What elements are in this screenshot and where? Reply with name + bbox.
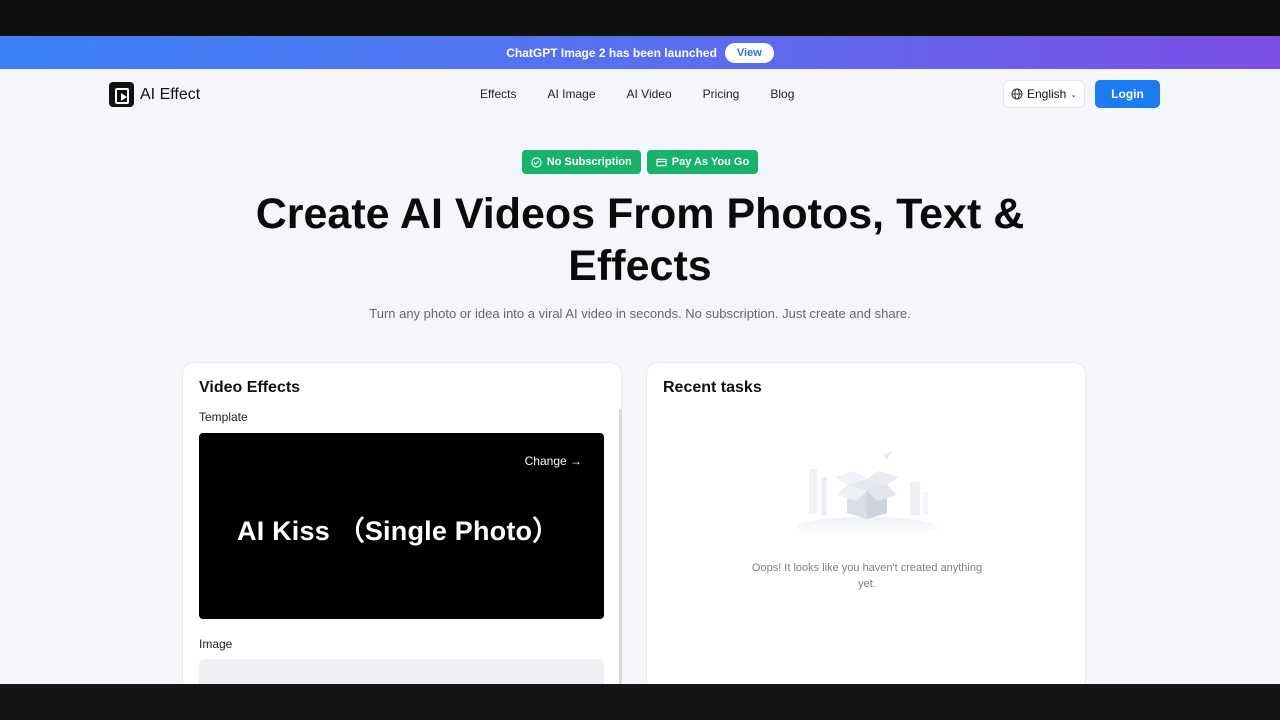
- template-preview[interactable]: Change → AI Kiss （Single Photo）: [199, 433, 604, 619]
- badge-pay-as-you-go: Pay As You Go: [646, 150, 759, 174]
- panel-scrollbar[interactable]: [619, 409, 622, 684]
- login-button[interactable]: Login: [1095, 80, 1160, 108]
- logo-text: AI Effect: [140, 85, 201, 103]
- image-upload-area[interactable]: [199, 659, 604, 684]
- video-effects-panel: Video Effects Template Change → AI Kiss …: [182, 362, 622, 684]
- nav-item-effects[interactable]: Effects: [480, 87, 516, 101]
- empty-state-message: Oops! It looks like you haven't created …: [751, 562, 983, 590]
- badge-label: No Subscription: [546, 156, 632, 168]
- logo-icon: [109, 82, 134, 107]
- empty-box-icon: [797, 451, 937, 537]
- badge-no-subscription: No Subscription: [521, 150, 641, 174]
- hero-title: Create AI Videos From Photos, Text & Eff…: [255, 190, 1025, 290]
- globe-icon: [1011, 88, 1023, 100]
- credit-card-icon: [656, 158, 667, 166]
- feature-badges: No Subscription Pay As You Go: [0, 150, 1280, 174]
- nav-item-blog[interactable]: Blog: [770, 87, 794, 101]
- recent-tasks-panel: Recent tasks Oops! It looks like you hav…: [646, 362, 1086, 684]
- language-select[interactable]: English ⌄: [1003, 80, 1085, 108]
- nav-item-ai-image[interactable]: AI Image: [547, 87, 595, 101]
- letterbox-bottom: [0, 684, 1280, 720]
- announcement-view-button[interactable]: View: [724, 42, 774, 63]
- letterbox-top: [0, 0, 1280, 36]
- image-label: Image: [199, 637, 233, 651]
- badge-label: Pay As You Go: [671, 156, 750, 168]
- panel-title: Video Effects: [199, 379, 301, 396]
- hero-subtitle: Turn any photo or idea into a viral AI v…: [369, 306, 911, 321]
- chevron-down-icon: ⌄: [1070, 89, 1078, 99]
- nav-item-pricing[interactable]: Pricing: [703, 87, 740, 101]
- nav-item-ai-video[interactable]: AI Video: [627, 87, 672, 101]
- language-label: English: [1026, 87, 1067, 101]
- template-name: AI Kiss （Single Photo）: [237, 516, 560, 546]
- template-label: Template: [199, 410, 248, 424]
- change-template-button[interactable]: Change →: [525, 454, 582, 468]
- announcement-bar: ChatGPT Image 2 has been launched View: [0, 36, 1280, 69]
- panel-title: Recent tasks: [663, 379, 762, 396]
- logo[interactable]: AI Effect: [109, 82, 200, 107]
- check-circle-icon: [531, 156, 542, 168]
- announcement-text: ChatGPT Image 2 has been launched: [506, 45, 717, 60]
- page: ChatGPT Image 2 has been launched View A…: [0, 36, 1280, 684]
- site-header: AI Effect Effects AI Image AI Video Pric…: [0, 69, 1280, 119]
- main-nav: Effects AI Image AI Video Pricing Blog: [480, 87, 794, 101]
